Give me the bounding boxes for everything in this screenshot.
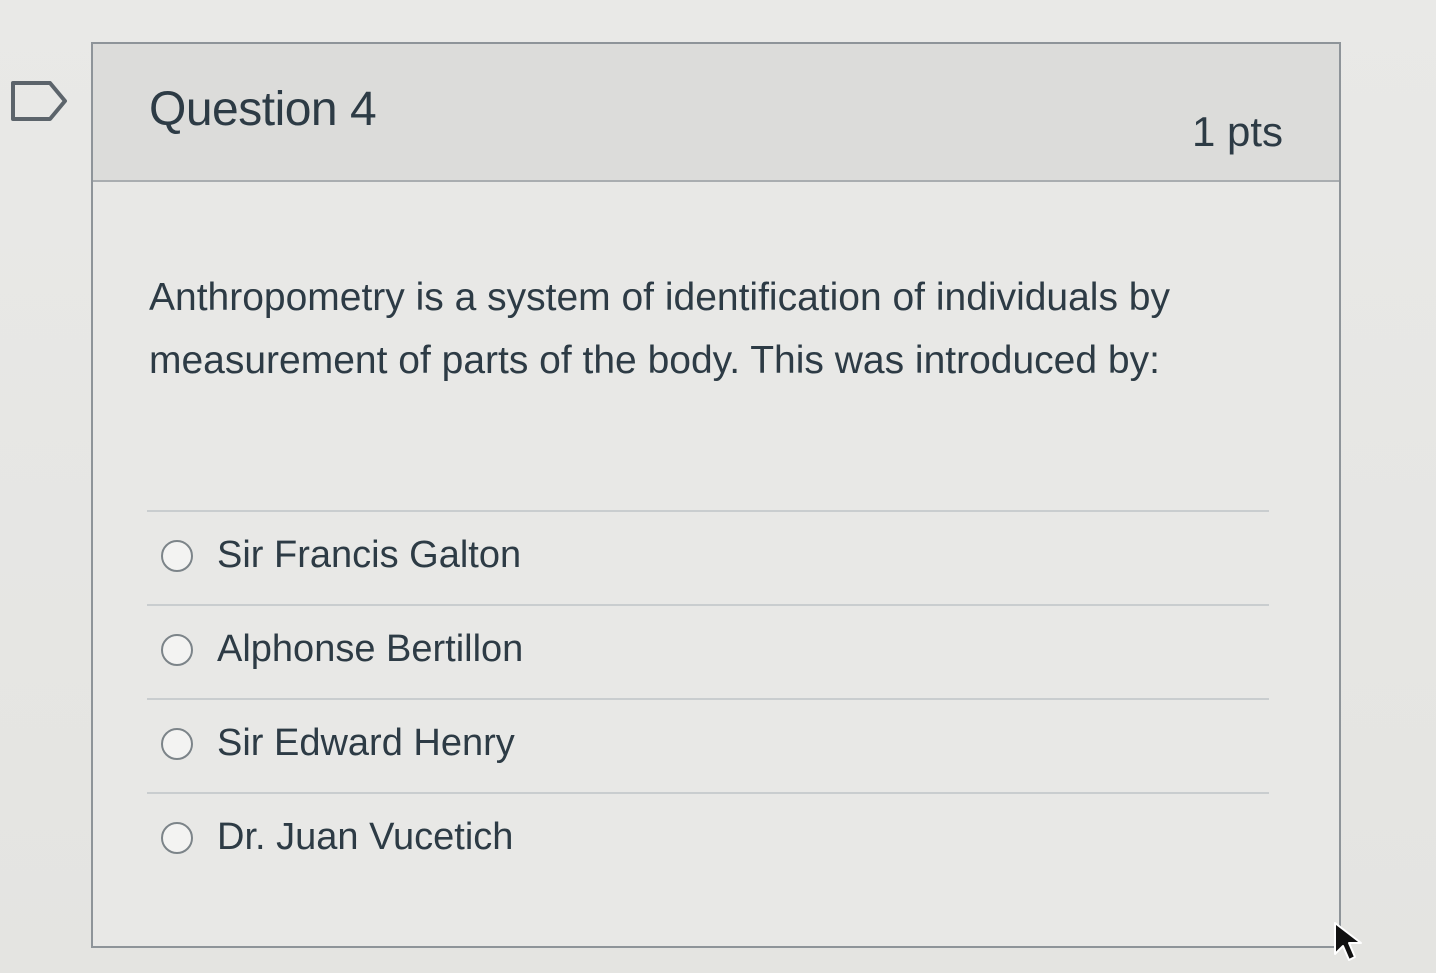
answer-label[interactable]: Dr. Juan Vucetich [217,816,513,859]
question-text: Anthropometry is a system of identificat… [149,276,1170,382]
radio-button[interactable] [161,540,193,572]
answer-option-alphonse-bertillon[interactable]: Alphonse Bertillon [147,604,1269,698]
answer-option-sir-edward-henry[interactable]: Sir Edward Henry [147,698,1269,792]
question-header: Question 4 1 pts [93,44,1339,182]
flag-question-icon[interactable] [10,80,68,122]
answer-label[interactable]: Sir Francis Galton [217,534,521,577]
answer-label[interactable]: Alphonse Bertillon [217,628,523,671]
mouse-pointer-icon [1334,922,1362,961]
radio-button[interactable] [161,822,193,854]
answer-option-sir-francis-galton[interactable]: Sir Francis Galton [147,510,1269,604]
question-card: Question 4 1 pts Anthropometry is a syst… [91,42,1341,948]
answer-options: Sir Francis Galton Alphonse Bertillon Si… [147,510,1269,886]
question-title: Question 4 [149,83,377,136]
answer-option-dr-juan-vucetich[interactable]: Dr. Juan Vucetich [147,792,1269,886]
question-points: 1 pts [1191,108,1283,155]
radio-button[interactable] [161,634,193,666]
quiz-page: Question 4 1 pts Anthropometry is a syst… [0,0,1436,973]
answer-label[interactable]: Sir Edward Henry [217,722,515,765]
radio-button[interactable] [161,728,193,760]
